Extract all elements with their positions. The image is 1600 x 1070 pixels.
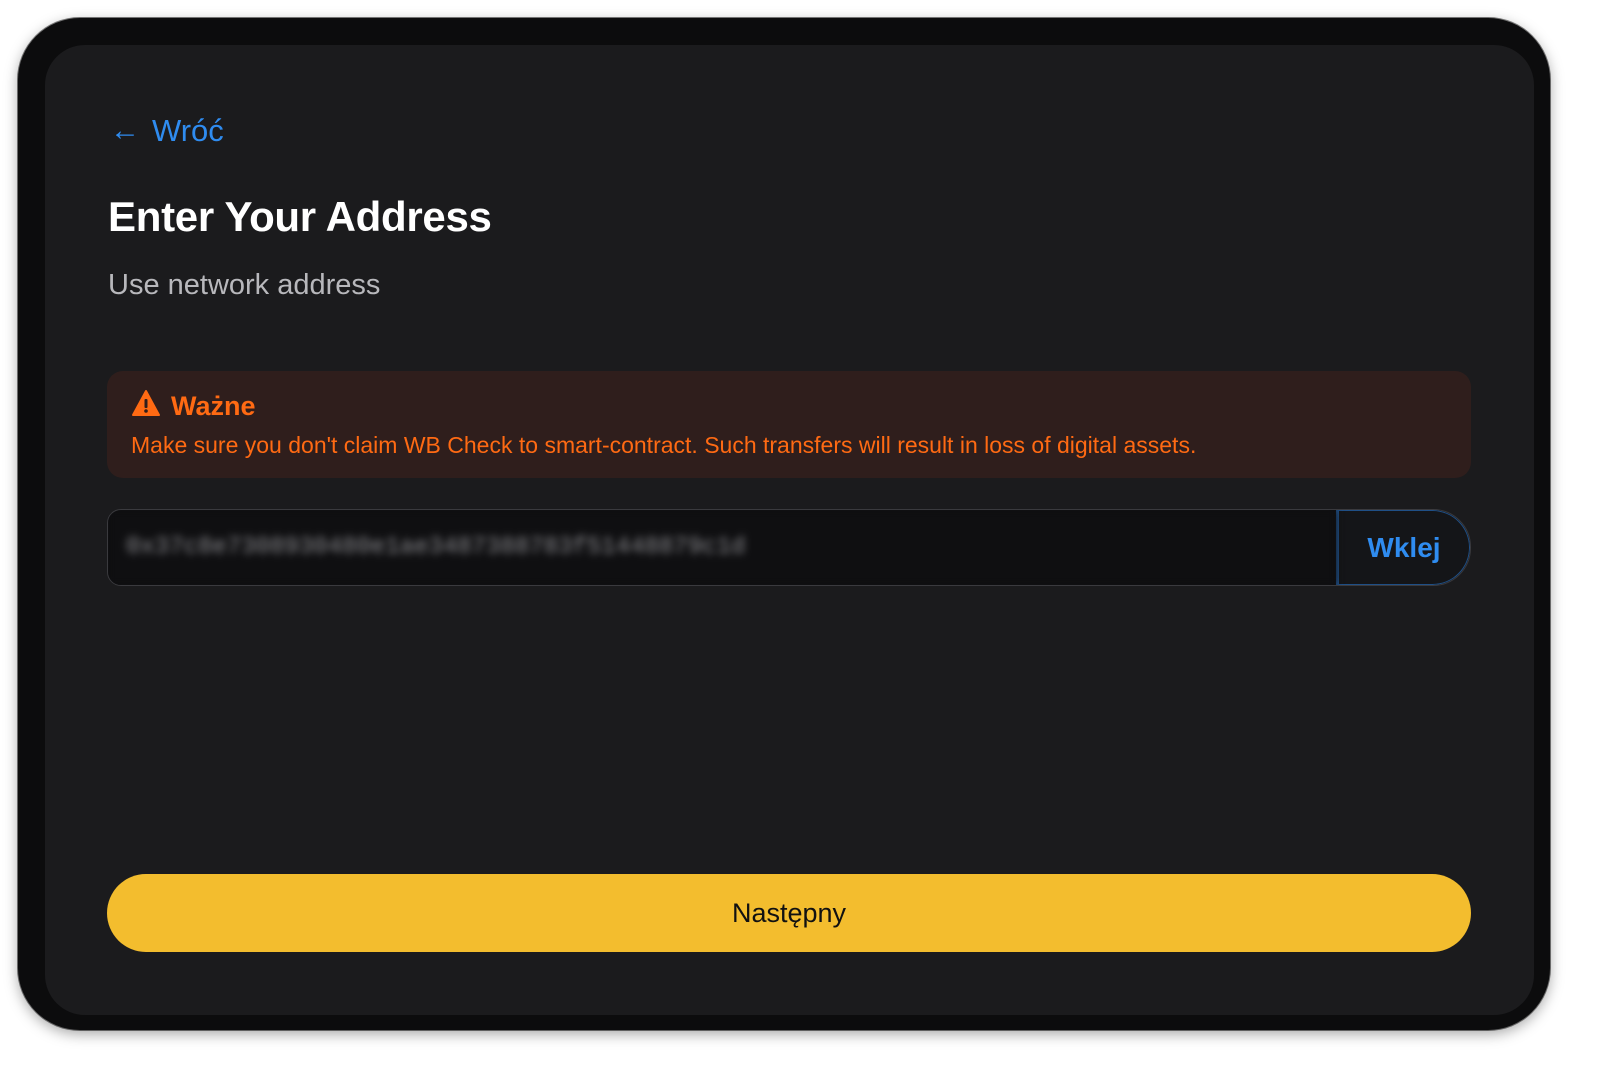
address-entry-screen: ← Wróć Enter Your Address Use network ad… — [45, 45, 1534, 1015]
back-button[interactable]: ← Wróć — [110, 113, 224, 149]
arrow-left-icon: ← — [110, 114, 140, 147]
warning-message: Make sure you don't claim WB Check to sm… — [131, 432, 1197, 458]
warning-banner: Ważne Make sure you don't claim WB Check… — [107, 371, 1471, 478]
warning-triangle-icon — [131, 389, 161, 424]
warning-title: Ważne — [171, 391, 256, 421]
next-button[interactable]: Następny — [107, 874, 1471, 952]
address-field-group: Wklej — [107, 509, 1471, 586]
device-frame: ← Wróć Enter Your Address Use network ad… — [18, 18, 1550, 1030]
warning-header: Ważne — [131, 389, 1447, 424]
address-input[interactable] — [108, 510, 1336, 585]
back-label: Wróć — [152, 113, 224, 148]
page-subtitle: Use network address — [108, 269, 381, 301]
page-title: Enter Your Address — [108, 193, 492, 240]
paste-button[interactable]: Wklej — [1336, 510, 1470, 585]
